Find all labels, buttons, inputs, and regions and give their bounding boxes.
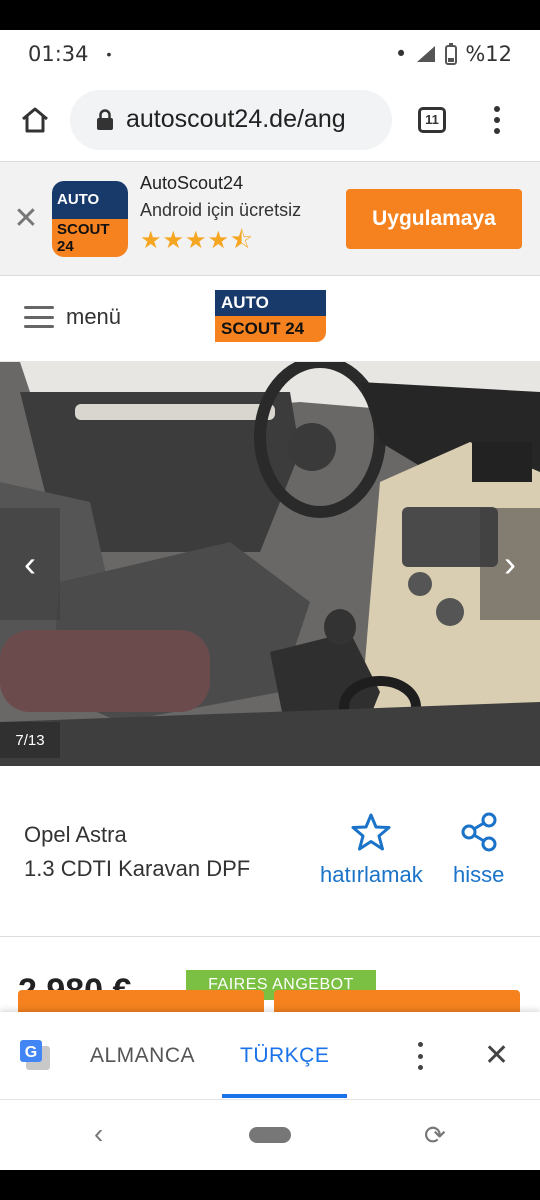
banner-close-button[interactable]: ✕	[0, 162, 52, 276]
hamburger-line	[24, 315, 54, 319]
translate-menu-button[interactable]	[410, 1042, 430, 1070]
svg-text:G: G	[25, 1044, 37, 1061]
status-dot: •	[106, 46, 112, 62]
hamburger-line	[24, 325, 54, 328]
battery-percent: %12	[465, 42, 512, 66]
listing-details: Opel Astra 1.3 CDTI Karavan DPF hatırlam…	[0, 766, 540, 1020]
active-tab-indicator	[222, 1094, 347, 1098]
translate-bar: G ALMANCA TÜRKÇE ✕	[0, 1012, 540, 1100]
top-black-strip	[0, 0, 540, 30]
photo-counter: 7/13	[0, 722, 60, 758]
gallery-next-button[interactable]: ›	[480, 508, 540, 620]
tab-count: 11	[418, 106, 446, 133]
address-bar[interactable]: autoscout24.de/ang	[70, 89, 392, 150]
kebab-dot	[417, 1065, 423, 1070]
hamburger-icon[interactable]	[24, 306, 54, 328]
install-app-button[interactable]: Uygulamaya	[346, 188, 522, 249]
home-button[interactable]	[0, 78, 70, 162]
app-info: AutoScout24 Android için ücretsiz ★★★★⯪	[140, 173, 340, 264]
photo-gallery[interactable]: ‹ › 7/13	[0, 362, 540, 766]
status-bar: 01:34 • • %12	[0, 30, 540, 78]
app-icon-bottom: SCOUT 24	[52, 218, 128, 257]
system-nav-bar: ‹ ⟳	[0, 1100, 540, 1170]
menu-label[interactable]: menü	[66, 304, 121, 330]
notification-dot: •	[394, 42, 408, 66]
remember-label: hatırlamak	[320, 862, 423, 887]
hamburger-line	[24, 306, 54, 309]
status-time: 01:34	[28, 42, 89, 66]
share-button[interactable]: hisse	[453, 812, 504, 888]
share-icon	[461, 812, 497, 852]
back-button[interactable]: ‹	[94, 1118, 103, 1150]
kebab-dot	[494, 127, 500, 134]
source-language-tab[interactable]: ALMANCA	[90, 1044, 195, 1068]
kebab-dot	[417, 1053, 423, 1059]
site-header: menü AUTO SCOUT 24	[0, 276, 540, 362]
star-icon	[351, 813, 391, 851]
kebab-dot	[494, 105, 500, 112]
app-name: AutoScout24	[140, 173, 244, 193]
app-icon-top: AUTO	[52, 180, 128, 219]
app-install-banner: ✕ AUTO SCOUT 24 AutoScout24 Android için…	[0, 162, 540, 276]
app-subtitle: Android için ücretsiz	[140, 200, 302, 220]
divider	[0, 936, 540, 937]
listing-title-line2: 1.3 CDTI Karavan DPF	[24, 856, 251, 881]
target-language-tab[interactable]: TÜRKÇE	[240, 1044, 329, 1068]
site-logo-bottom: SCOUT 24	[215, 316, 326, 342]
remember-button[interactable]: hatırlamak	[320, 812, 423, 888]
battery-icon	[445, 43, 458, 65]
rating-stars: ★★★★⯪	[140, 227, 254, 254]
url-text: autoscout24.de/ang	[126, 105, 346, 133]
site-logo[interactable]: AUTO SCOUT 24	[215, 290, 326, 342]
signal-icon	[417, 46, 436, 62]
home-icon	[22, 107, 48, 132]
car-interior-photo	[0, 362, 540, 766]
site-logo-top: AUTO	[215, 290, 326, 316]
rotate-button[interactable]: ⟳	[424, 1120, 446, 1151]
bottom-black-strip	[0, 1170, 540, 1200]
kebab-dot	[417, 1042, 423, 1047]
home-pill-button[interactable]	[249, 1127, 291, 1143]
browser-menu-button[interactable]	[472, 78, 522, 162]
translate-close-button[interactable]: ✕	[484, 1038, 509, 1073]
share-label: hisse	[453, 862, 505, 887]
app-icon: AUTO SCOUT 24	[52, 180, 128, 257]
kebab-dot	[494, 116, 500, 123]
listing-title-line1: Opel Astra	[24, 822, 127, 847]
browser-toolbar: autoscout24.de/ang 11	[0, 78, 540, 162]
google-translate-icon: G	[20, 1040, 50, 1070]
status-right: • %12	[395, 42, 512, 66]
tab-switcher-button[interactable]: 11	[392, 78, 472, 162]
lock-icon	[97, 108, 113, 130]
gallery-prev-button[interactable]: ‹	[0, 508, 60, 620]
